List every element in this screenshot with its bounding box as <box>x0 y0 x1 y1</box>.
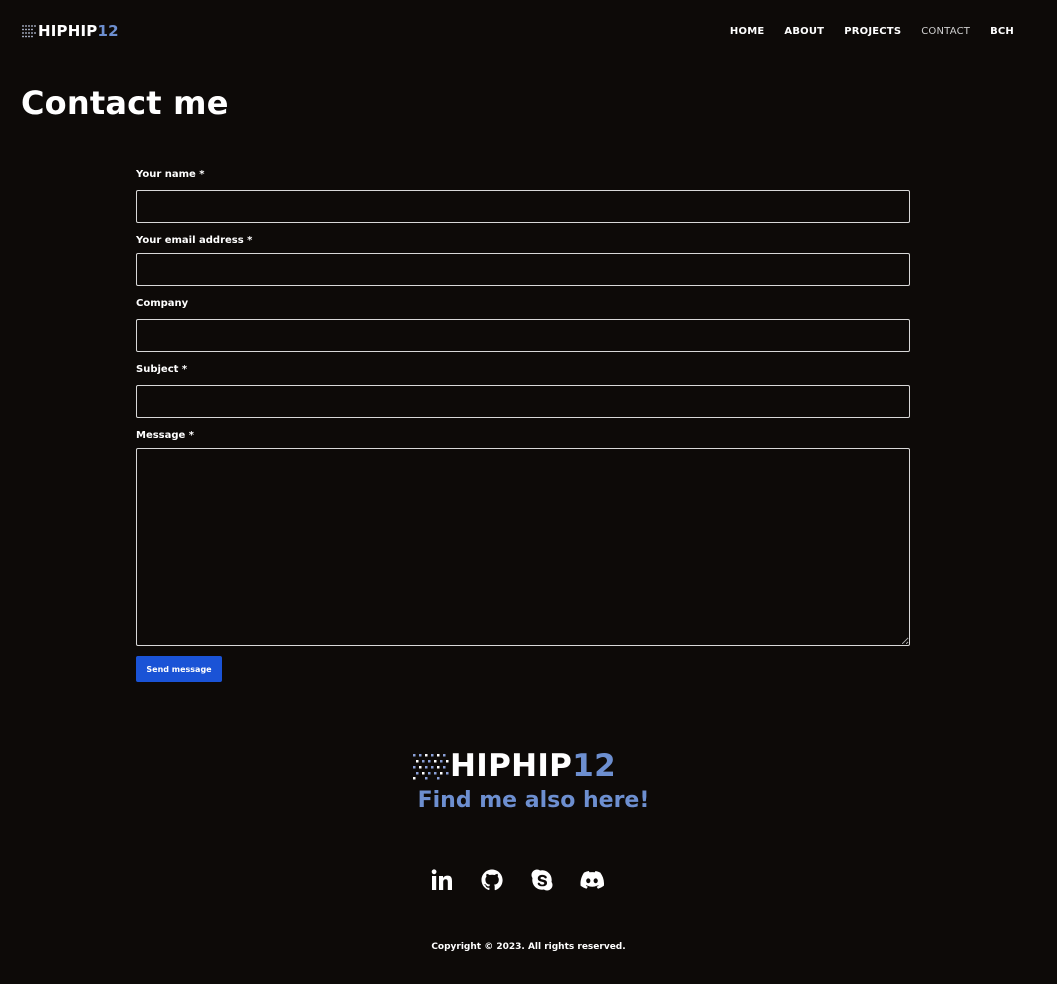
copyright-text: Copyright © 2023. All rights reserved. <box>431 942 626 952</box>
skype-icon <box>531 869 553 891</box>
linkedin-link[interactable] <box>430 868 454 894</box>
footer-tagline: Find me also here! <box>417 788 650 813</box>
company-field[interactable] <box>136 319 910 352</box>
logo-text-blue: 12 <box>97 22 119 40</box>
discord-icon <box>580 871 605 889</box>
nav-projects[interactable]: PROJECTS <box>844 26 901 37</box>
subject-label: Subject * <box>136 364 188 375</box>
page-title: Contact me <box>21 84 229 122</box>
footer-logo-text-white: HIPHIP <box>450 748 573 784</box>
skype-link[interactable] <box>530 868 554 894</box>
dot-matrix-logo-icon <box>413 754 449 780</box>
nav-contact[interactable]: CONTACT <box>921 26 970 37</box>
linkedin-icon <box>431 869 452 890</box>
social-links <box>430 868 605 894</box>
nav-bch[interactable]: BCH <box>990 26 1014 37</box>
logo-text-white: HIPHIP <box>38 22 98 40</box>
header-logo-text: HIPHIP12 <box>38 22 119 40</box>
dot-matrix-logo-icon <box>22 25 36 38</box>
main-nav: HOME ABOUT PROJECTS CONTACT BCH <box>710 26 1014 37</box>
name-field[interactable] <box>136 190 910 223</box>
email-field[interactable] <box>136 253 910 286</box>
nav-about[interactable]: ABOUT <box>784 26 824 37</box>
subject-field[interactable] <box>136 385 910 418</box>
discord-link[interactable] <box>580 868 605 894</box>
company-label: Company <box>136 298 189 309</box>
message-label: Message * <box>136 430 195 441</box>
footer-logo-text: HIPHIP12 <box>450 750 616 782</box>
header-logo[interactable]: HIPHIP12 <box>21 22 119 40</box>
nav-home[interactable]: HOME <box>730 26 764 37</box>
send-message-button[interactable]: Send message <box>136 656 222 682</box>
footer-logo-text-blue: 12 <box>572 748 616 784</box>
name-label: Your name * <box>136 169 205 180</box>
github-icon <box>481 869 503 891</box>
message-field[interactable] <box>136 448 910 646</box>
email-label: Your email address * <box>136 235 253 246</box>
github-link[interactable] <box>480 868 504 894</box>
footer-logo: HIPHIP12 <box>412 750 616 782</box>
